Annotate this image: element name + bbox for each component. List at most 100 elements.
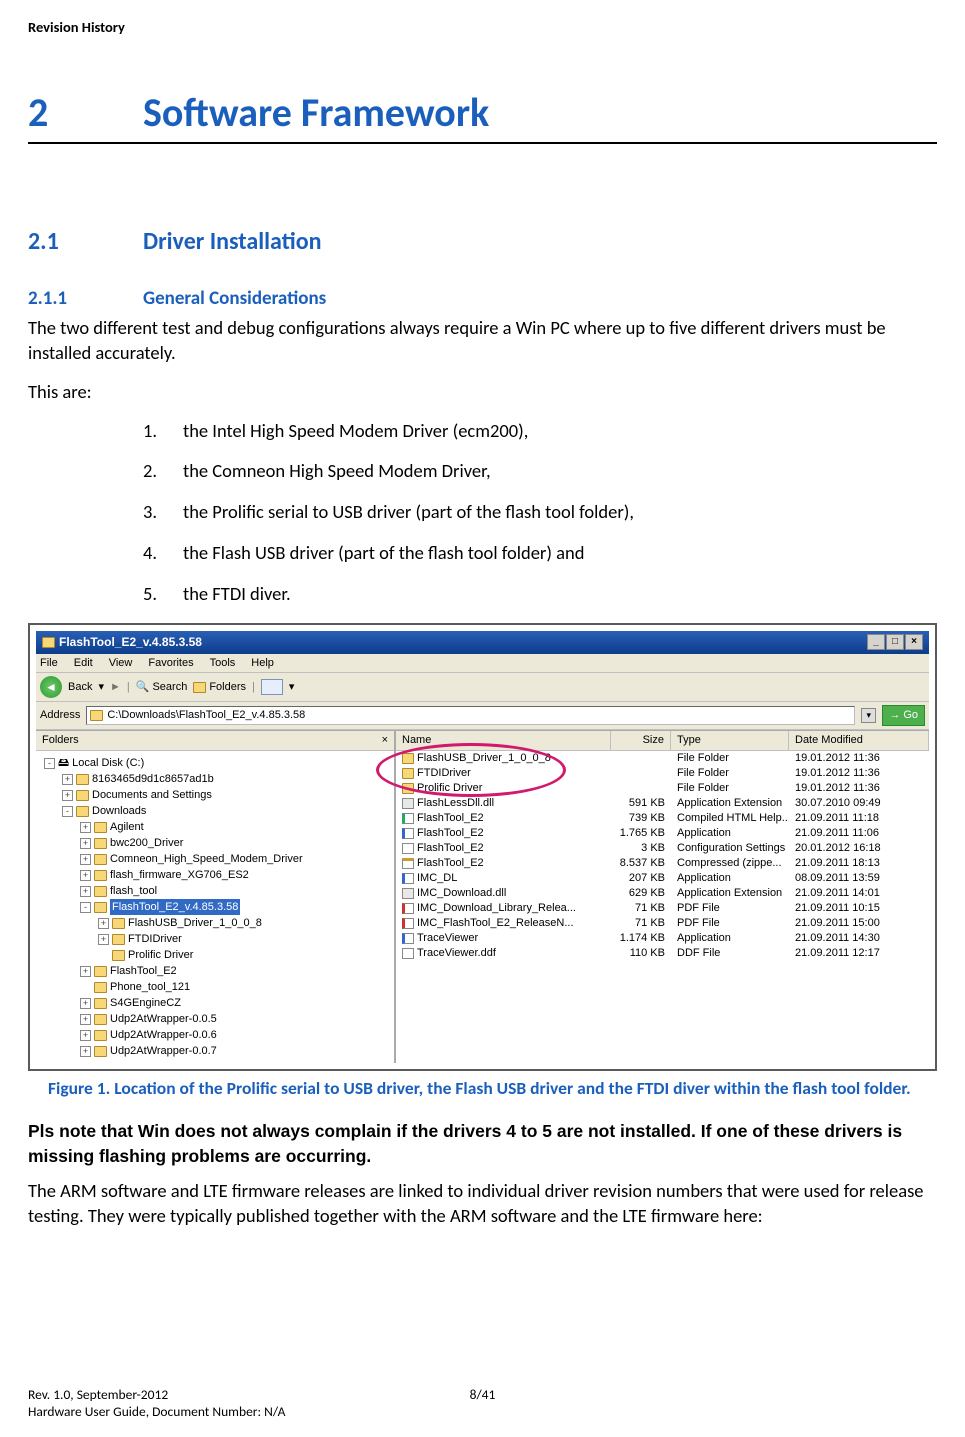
folders-pane-close-icon[interactable]: × bbox=[382, 733, 388, 748]
file-date: 21.09.2011 11:06 bbox=[789, 826, 929, 841]
file-date: 21.09.2011 14:30 bbox=[789, 931, 929, 946]
file-name: FlashLessDll.dll bbox=[417, 796, 494, 811]
file-row[interactable]: FlashTool_E23 KBConfiguration Settings20… bbox=[396, 841, 929, 856]
file-row[interactable]: Prolific DriverFile Folder19.01.2012 11:… bbox=[396, 781, 929, 796]
column-type[interactable]: Type bbox=[671, 731, 789, 750]
back-icon[interactable]: ◄ bbox=[40, 676, 62, 698]
file-row[interactable]: TraceViewer1.174 KBApplication21.09.2011… bbox=[396, 931, 929, 946]
tree-item[interactable]: +bwc200_Driver bbox=[44, 835, 392, 851]
figure-caption: Figure 1. Location of the Prolific seria… bbox=[48, 1077, 917, 1101]
address-dropdown-icon[interactable]: ▾ bbox=[861, 708, 876, 723]
expander-icon[interactable]: + bbox=[80, 886, 91, 897]
column-size[interactable]: Size bbox=[611, 731, 671, 750]
file-row[interactable]: FlashUSB_Driver_1_0_0_8File Folder19.01.… bbox=[396, 751, 929, 766]
search-button[interactable]: 🔍Search bbox=[136, 680, 188, 695]
subsection-heading: 2.1.1 General Considerations bbox=[28, 286, 937, 312]
list-item: 4.the Flash USB driver (part of the flas… bbox=[143, 541, 937, 566]
expander-icon[interactable]: + bbox=[98, 934, 109, 945]
expander-icon[interactable]: + bbox=[80, 854, 91, 865]
expander-icon[interactable]: + bbox=[80, 822, 91, 833]
go-button[interactable]: → Go bbox=[882, 705, 925, 726]
close-icon[interactable]: × bbox=[905, 634, 923, 650]
file-type: Application bbox=[671, 826, 789, 841]
tree-item[interactable]: +Udp2AtWrapper-0.0.6 bbox=[44, 1027, 392, 1043]
expander-icon[interactable]: + bbox=[80, 1030, 91, 1041]
file-date: 08.09.2011 13:59 bbox=[789, 871, 929, 886]
file-row[interactable]: TraceViewer.ddf110 KBDDF File21.09.2011 … bbox=[396, 946, 929, 961]
tree-item[interactable]: Phone_tool_121 bbox=[44, 979, 392, 995]
views-dropdown-icon[interactable]: ▾ bbox=[289, 680, 295, 695]
expander-icon[interactable]: + bbox=[62, 774, 73, 785]
menu-view[interactable]: View bbox=[109, 656, 133, 671]
tree-item[interactable]: + Agilent bbox=[44, 819, 392, 835]
tree-item[interactable]: +flash_firmware_XG706_ES2 bbox=[44, 867, 392, 883]
file-row[interactable]: FlashLessDll.dll591 KBApplication Extens… bbox=[396, 796, 929, 811]
tree-item[interactable]: -FlashTool_E2_v.4.85.3.58 bbox=[44, 899, 392, 915]
expander-icon[interactable]: - bbox=[62, 806, 73, 817]
expander-icon[interactable]: - bbox=[44, 758, 55, 769]
file-name-cell: FlashTool_E2 bbox=[396, 811, 611, 826]
tree-item[interactable]: +FTDIDriver bbox=[44, 931, 392, 947]
expander-icon[interactable]: + bbox=[80, 870, 91, 881]
maximize-icon[interactable]: □ bbox=[886, 634, 904, 650]
expander-icon[interactable]: + bbox=[80, 998, 91, 1009]
file-date: 21.09.2011 18:13 bbox=[789, 856, 929, 871]
file-row[interactable]: FlashTool_E21.765 KBApplication21.09.201… bbox=[396, 826, 929, 841]
back-dropdown-icon[interactable]: ▾ bbox=[98, 680, 104, 695]
tree-item[interactable]: + Documents and Settings bbox=[44, 787, 392, 803]
expander-icon[interactable]: + bbox=[80, 838, 91, 849]
back-label[interactable]: Back bbox=[68, 680, 92, 695]
folders-button[interactable]: Folders bbox=[193, 680, 246, 695]
menu-favorites[interactable]: Favorites bbox=[148, 656, 193, 671]
tree-item[interactable]: +Udp2AtWrapper-0.0.5 bbox=[44, 1011, 392, 1027]
tree-item[interactable]: +Udp2AtWrapper-0.0.7 bbox=[44, 1043, 392, 1059]
tree-item[interactable]: +flash_tool bbox=[44, 883, 392, 899]
section-heading: 2.1 Driver Installation bbox=[28, 226, 937, 258]
menu-edit[interactable]: Edit bbox=[74, 656, 93, 671]
expander-icon[interactable]: + bbox=[80, 1046, 91, 1057]
column-date[interactable]: Date Modified bbox=[789, 731, 929, 750]
tree-item[interactable]: -Downloads bbox=[44, 803, 392, 819]
file-type: DDF File bbox=[671, 946, 789, 961]
tree-item[interactable]: +Comneon_High_Speed_Modem_Driver bbox=[44, 851, 392, 867]
menu-file[interactable]: File bbox=[40, 656, 58, 671]
minimize-icon[interactable]: _ bbox=[867, 634, 885, 650]
expander-icon[interactable]: + bbox=[80, 1014, 91, 1025]
expander-icon[interactable]: + bbox=[80, 966, 91, 977]
file-size: 71 KB bbox=[611, 901, 671, 916]
zip-icon bbox=[402, 858, 414, 869]
file-row[interactable]: IMC_FlashTool_E2_ReleaseN...71 KBPDF Fil… bbox=[396, 916, 929, 931]
column-name[interactable]: Name bbox=[396, 731, 611, 750]
address-label: Address bbox=[40, 708, 80, 723]
file-row[interactable]: IMC_Download.dll629 KBApplication Extens… bbox=[396, 886, 929, 901]
tree-label: Documents and Settings bbox=[92, 787, 212, 803]
tree-label: Agilent bbox=[110, 819, 144, 835]
file-row[interactable]: IMC_DL207 KBApplication08.09.2011 13:59 bbox=[396, 871, 929, 886]
file-type: Application Extension bbox=[671, 886, 789, 901]
tree-item[interactable]: +FlashTool_E2 bbox=[44, 963, 392, 979]
tree-item[interactable]: +FlashUSB_Driver_1_0_0_8 bbox=[44, 915, 392, 931]
file-row[interactable]: FlashTool_E28.537 KBCompressed (zippe...… bbox=[396, 856, 929, 871]
tree-item[interactable]: +S4GEngineCZ bbox=[44, 995, 392, 1011]
tree-item[interactable]: +8163465d9d1c8657ad1b bbox=[44, 771, 392, 787]
file-row[interactable]: IMC_Download_Library_Relea...71 KBPDF Fi… bbox=[396, 901, 929, 916]
tree-item[interactable]: - 🖴 Local Disk (C:) bbox=[44, 755, 392, 771]
expander-icon[interactable]: + bbox=[98, 918, 109, 929]
footer-page: 8/41 bbox=[470, 1386, 496, 1404]
file-size: 629 KB bbox=[611, 886, 671, 901]
menu-help[interactable]: Help bbox=[251, 656, 274, 671]
pdf-icon bbox=[402, 903, 414, 914]
folder-icon bbox=[94, 902, 107, 913]
expander-icon[interactable]: + bbox=[62, 790, 73, 801]
views-icon[interactable] bbox=[261, 679, 283, 695]
file-date: 21.09.2011 15:00 bbox=[789, 916, 929, 931]
file-row[interactable]: FTDIDriverFile Folder19.01.2012 11:36 bbox=[396, 766, 929, 781]
menu-tools[interactable]: Tools bbox=[210, 656, 236, 671]
address-field[interactable]: C:\Downloads\FlashTool_E2_v.4.85.3.58 bbox=[86, 706, 855, 725]
file-row[interactable]: FlashTool_E2739 KBCompiled HTML Help...2… bbox=[396, 811, 929, 826]
file-name: FlashTool_E2 bbox=[417, 841, 484, 856]
file-type: Application bbox=[671, 931, 789, 946]
address-path: C:\Downloads\FlashTool_E2_v.4.85.3.58 bbox=[107, 708, 305, 723]
tree-item[interactable]: Prolific Driver bbox=[44, 947, 392, 963]
expander-icon[interactable]: - bbox=[80, 902, 91, 913]
